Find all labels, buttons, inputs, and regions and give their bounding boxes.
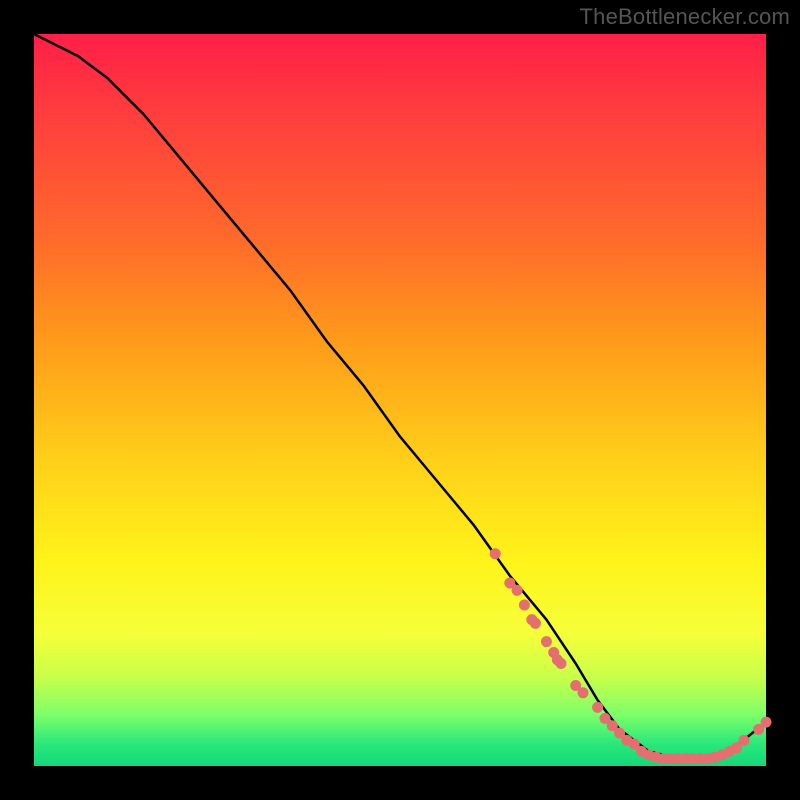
chart-svg (34, 34, 766, 766)
chart-marker (530, 618, 541, 629)
chart-curve (34, 34, 766, 759)
chart-marker (592, 702, 603, 713)
chart-marker (556, 658, 567, 669)
chart-marker (490, 548, 501, 559)
chart-marker (578, 687, 589, 698)
chart-marker (761, 717, 772, 728)
chart-marker (541, 636, 552, 647)
chart-frame: TheBottlenecker.com (0, 0, 800, 800)
chart-markers (490, 548, 772, 764)
chart-marker (519, 600, 530, 611)
watermark-text: TheBottlenecker.com (580, 4, 790, 30)
chart-marker (512, 585, 523, 596)
plot-area (34, 34, 766, 766)
chart-marker (739, 735, 750, 746)
